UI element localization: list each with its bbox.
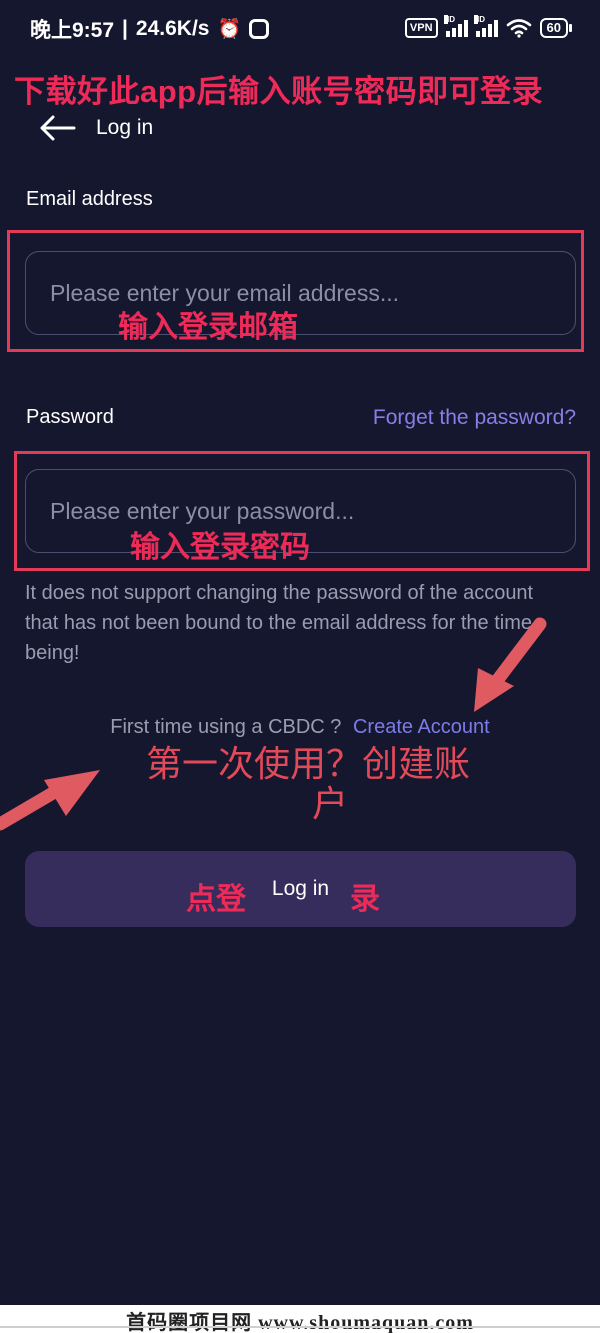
watermark-text: 首码圈项目网 www.shoumaquan.com <box>126 1312 474 1333</box>
status-time: 晚上9:57 <box>30 19 115 42</box>
first-time-row: First time using a CBDC ? Create Account <box>0 716 600 739</box>
status-divider: | <box>122 17 128 40</box>
login-note-right: 录 <box>350 883 380 916</box>
first-time-text: First time using a CBDC ? <box>110 716 342 738</box>
forget-password-link[interactable]: Forget the password? <box>373 406 576 430</box>
login-button-label: Log in <box>271 877 330 900</box>
page-title: Log in <box>96 116 154 139</box>
signal-icon-2: HD <box>473 15 498 37</box>
wifi-icon <box>506 19 531 38</box>
email-note: 输入登录邮箱 <box>118 311 298 344</box>
battery-icon: 60 <box>539 18 572 38</box>
hd-label: HD <box>443 15 456 24</box>
status-bar-right: VPN HD HD 60 <box>404 15 572 38</box>
network-speed: 24.6K/s <box>135 17 210 40</box>
login-note-left: 点登 <box>186 883 246 916</box>
app-notification-icon <box>249 19 270 39</box>
alarm-icon: ⏰ <box>217 19 242 40</box>
annotation-banner: 下载好此app后输入账号密码即可登录 <box>14 74 544 109</box>
email-label: Email address <box>26 188 153 210</box>
create-account-note-line2: 户 <box>312 783 349 824</box>
arrow-to-create-account-icon <box>474 617 547 712</box>
create-account-note-line1: 第一次使用？创建账 <box>146 743 471 784</box>
watermark-underline <box>0 1326 600 1328</box>
login-button[interactable]: Log in <box>25 851 576 927</box>
vpn-icon: VPN <box>404 18 438 38</box>
hd-label-2: HD <box>473 15 486 24</box>
password-label: Password <box>26 406 114 428</box>
create-account-link[interactable]: Create Account <box>353 716 490 738</box>
back-arrow-icon[interactable] <box>38 114 78 142</box>
password-note: 输入登录密码 <box>130 531 310 564</box>
signal-icon: HD <box>443 15 468 37</box>
arrow-to-login-icon <box>0 770 100 831</box>
battery-level: 60 <box>539 18 568 38</box>
status-bar-left: 晚上9:57 | 24.6K/s ⏰ <box>30 14 270 44</box>
